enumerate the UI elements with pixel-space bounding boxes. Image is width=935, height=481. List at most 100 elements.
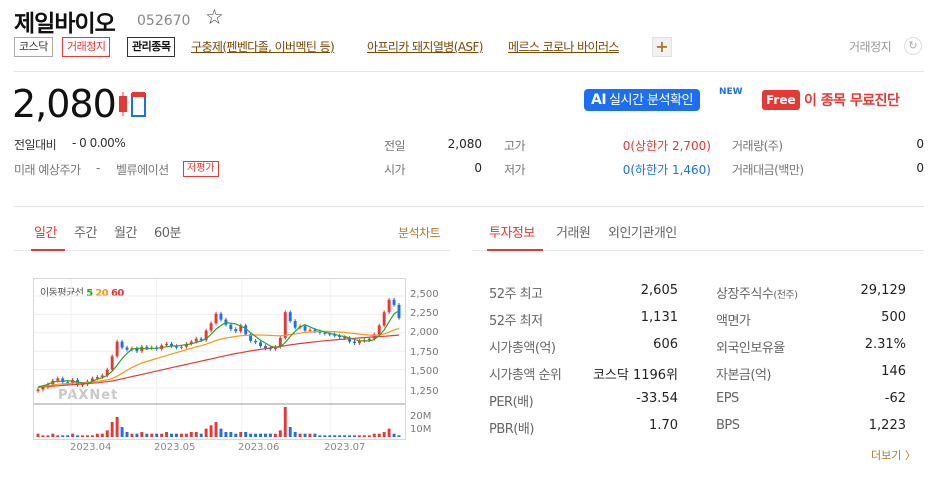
y-tick: 2,000 [410, 327, 439, 338]
volume-bar [81, 435, 84, 437]
info-value: 1,131 [640, 310, 678, 325]
volume-bar [392, 433, 396, 437]
info-value: -62 [884, 391, 906, 406]
info-value: 2,605 [640, 283, 678, 298]
info-label: 액면가 [716, 310, 751, 329]
tab-daily[interactable]: 일간 [34, 222, 57, 241]
new-badge: NEW [719, 87, 743, 97]
volume-tick: 20M [410, 411, 432, 422]
candle-body [41, 387, 45, 390]
trading-status: 거래정지 [849, 40, 892, 54]
valuation-label: 벨류에이션 [116, 163, 169, 177]
volume-bar [179, 433, 183, 437]
volume-bar [328, 435, 332, 437]
free-badge: Free [762, 90, 800, 110]
info-label: 상장주식수(천주) [716, 283, 798, 302]
tab-60min[interactable]: 60분 [154, 222, 182, 241]
volume-bar [333, 435, 337, 437]
volume-bar [318, 435, 322, 437]
info-label: 외국인보유율 [716, 337, 785, 356]
volume-bar [244, 432, 248, 437]
analysis-chart-link[interactable]: 분석차트 [398, 224, 441, 241]
volume-bar [110, 422, 114, 437]
tab-weekly[interactable]: 주간 [74, 222, 97, 241]
amount-value: 0 [916, 161, 924, 175]
add-theme-button[interactable]: + [652, 37, 672, 57]
tab-investors[interactable]: 외인기관개인 [608, 222, 677, 241]
theme-link-mers[interactable]: 메르스 코로나 바이러스 [508, 38, 619, 55]
volume-bar [338, 435, 342, 437]
candle-body [382, 312, 386, 326]
volume-bar [387, 428, 391, 437]
candle-body [353, 341, 356, 344]
info-value: 2.31% [864, 337, 906, 352]
volume-bar [353, 435, 356, 437]
refresh-icon[interactable]: ↻ [904, 37, 922, 55]
stock-name: 제일바이오 [14, 11, 116, 37]
high-value: 0(상한가 2,700) [622, 139, 711, 153]
volume-value: 0 [916, 137, 924, 151]
high-label: 고가 [504, 139, 526, 153]
info-label-text: 외국인보유율 [716, 341, 785, 356]
volume-bar [155, 433, 159, 437]
volume-bar [165, 432, 169, 437]
low-label: 저가 [504, 163, 526, 177]
volume-bar [224, 432, 228, 437]
volume-bar [219, 428, 223, 437]
volume-bar [56, 435, 60, 437]
volume-bar [120, 427, 124, 437]
info-value: 29,129 [860, 283, 907, 298]
more-link[interactable]: 더보기 〉 [871, 447, 916, 463]
future-price-label: 미래 예상주가 [14, 163, 81, 177]
volume-bar [125, 432, 129, 437]
volume-bar [100, 433, 104, 437]
info-label: 52주 최저 [489, 314, 543, 329]
tab-monthly[interactable]: 월간 [114, 222, 137, 241]
y-tick: 1,250 [410, 386, 439, 397]
active-tab-indicator [487, 249, 543, 251]
ai-label: AI [591, 92, 607, 108]
tab-brokers[interactable]: 거래원 [556, 222, 591, 241]
x-tick: 2023.04 [70, 442, 112, 453]
free-diagnosis-link[interactable]: 이 종목 무료진단 [804, 90, 900, 110]
volume-bar [283, 407, 287, 437]
theme-link-asf[interactable]: 아프리카 돼지열병(ASF) [367, 38, 483, 55]
prev-close-value: 2,080 [447, 137, 482, 151]
info-value: 1,223 [868, 418, 906, 433]
tab-investment-info[interactable]: 투자정보 [489, 222, 535, 241]
candle-body [209, 323, 213, 331]
candle-body [234, 329, 238, 332]
favorite-star-icon[interactable]: ☆ [205, 5, 224, 29]
volume-bar [293, 432, 297, 437]
x-tick: 2023.06 [238, 442, 280, 453]
volume-bar [115, 417, 119, 437]
y-tick: 2,250 [410, 308, 439, 319]
current-price: 2,080 [12, 82, 117, 126]
candle-body [229, 324, 233, 330]
candle-body [259, 342, 262, 347]
theme-link-deworm[interactable]: 구충제(펜벤다졸, 이버멕틴 등) [191, 38, 335, 55]
candle-body [110, 356, 114, 370]
ai-analysis-button[interactable]: AI 실시간 분석확인 [584, 89, 700, 111]
volume-bar [95, 433, 99, 437]
volume-bar [214, 422, 218, 437]
info-value: 606 [653, 337, 678, 352]
info-label-text: 액면가 [716, 314, 751, 329]
volume-bar [278, 430, 282, 437]
mini-candle-icon [119, 92, 146, 117]
volume-bar [254, 433, 258, 437]
volume-bar [234, 433, 238, 437]
volume-bar [264, 433, 267, 437]
volume-bar [229, 432, 233, 437]
volume-bar [61, 435, 65, 437]
candle-body [387, 299, 391, 313]
info-label-text: 자본금(억) [716, 368, 771, 383]
info-label: 52주 최고 [489, 287, 543, 302]
candle-body [125, 347, 129, 350]
active-tab-indicator [31, 249, 65, 251]
volume-bar [348, 435, 352, 437]
volume-bar [259, 433, 262, 437]
market-tag: 코스닥 [14, 37, 53, 57]
volume-bar [36, 433, 40, 437]
candle-body [392, 299, 396, 305]
